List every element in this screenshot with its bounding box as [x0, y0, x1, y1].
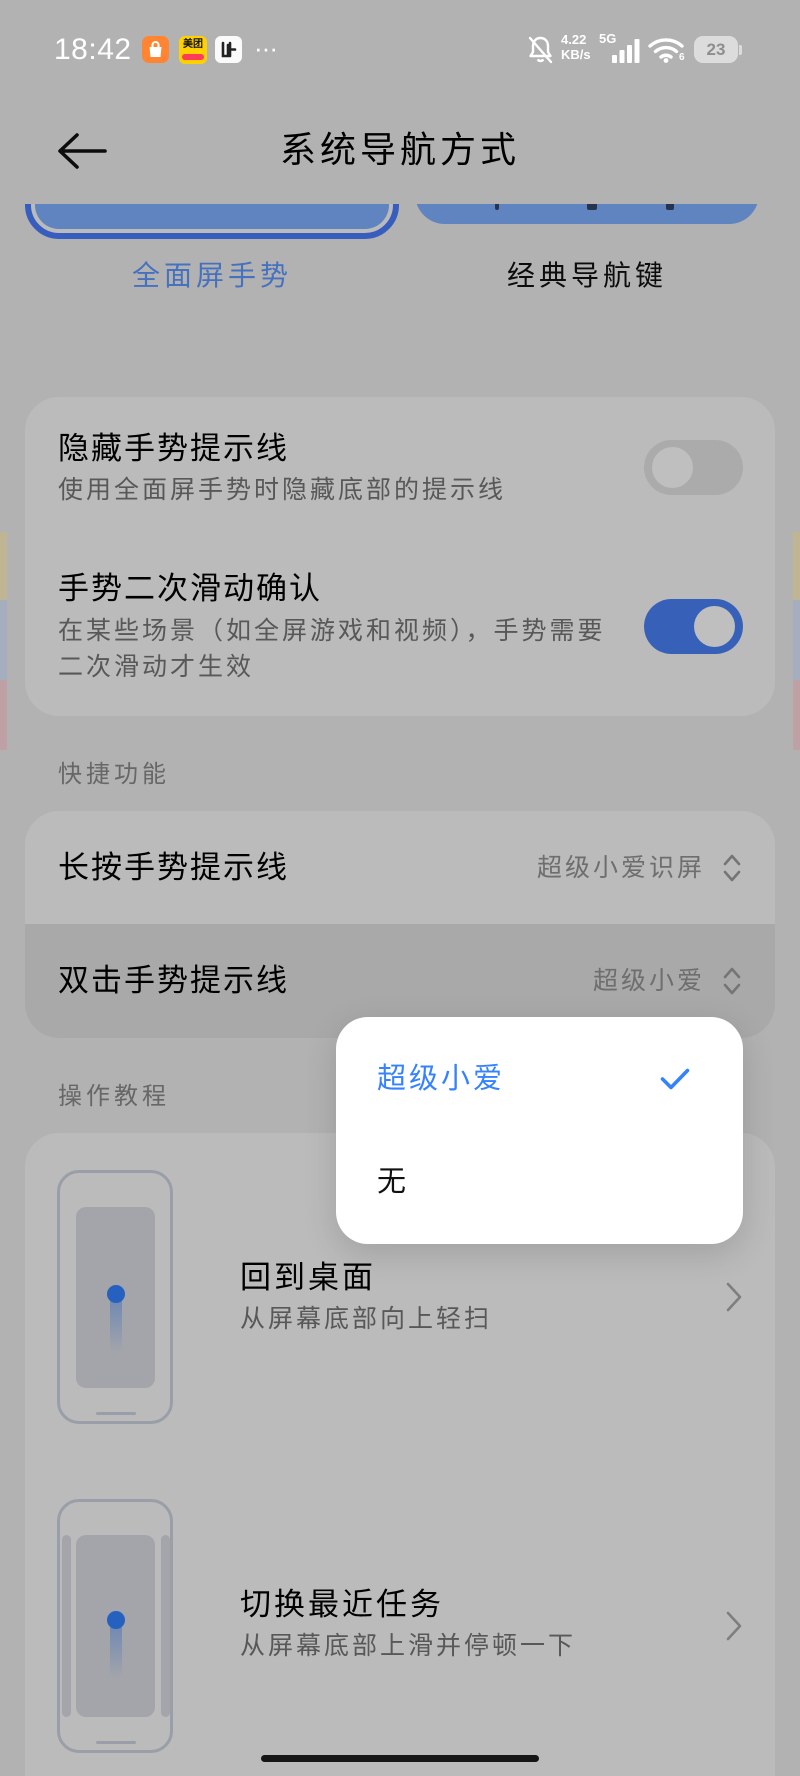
menu-option-super-xiaoai[interactable]: 超级小爱 — [336, 1039, 743, 1119]
dropdown-menu: 超级小爱 无 — [336, 1017, 743, 1244]
battery-level: 23 — [706, 40, 726, 59]
network-speed-unit: KB/s — [561, 47, 591, 62]
dim-overlay[interactable] — [0, 0, 800, 1776]
signal-icon — [612, 39, 640, 68]
menu-option-none[interactable]: 无 — [336, 1142, 743, 1222]
checkmark-icon — [660, 1068, 690, 1090]
meituan-app-icon: 美团 — [179, 36, 207, 64]
dark-app-icon — [215, 36, 242, 63]
more-notifications-indicator: ··· — [254, 33, 278, 63]
battery-icon: 23 — [694, 36, 738, 63]
meituan-label: 美团 — [183, 39, 203, 50]
status-bar: 18:42 美团 ··· 4.22 KB/s 5G 6 23 — [0, 0, 800, 100]
battery-nub — [739, 45, 742, 55]
network-speed: 4.22 KB/s — [561, 32, 591, 62]
meituan-badge-strip — [182, 54, 204, 60]
menu-option-label: 超级小爱 — [377, 1063, 506, 1095]
menu-option-label: 无 — [377, 1166, 410, 1198]
home-indicator[interactable] — [261, 1755, 539, 1762]
network-speed-value: 4.22 — [561, 32, 587, 47]
wifi-badge: 6 — [679, 52, 685, 63]
bell-muted-icon — [527, 35, 554, 70]
settings-screen: 系统导航方式 全面屏手势 经典导航键 隐藏手势提示线 使用全面屏手势时隐藏底部的… — [0, 0, 800, 1776]
shopping-bag-app-icon — [142, 36, 169, 63]
status-time: 18:42 — [54, 33, 132, 66]
